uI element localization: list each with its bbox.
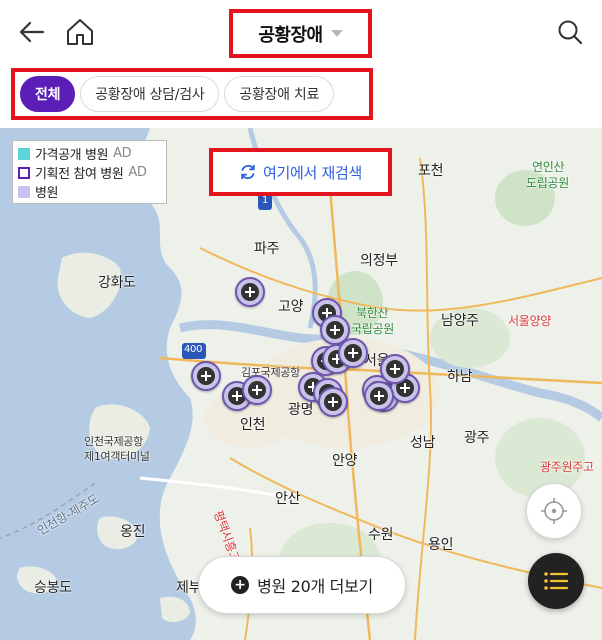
home-icon <box>67 19 93 45</box>
hospital-marker[interactable] <box>242 375 272 405</box>
list-view-button[interactable] <box>528 553 584 609</box>
hospital-cross-icon <box>197 367 215 385</box>
map-label: 연인산 <box>532 160 565 174</box>
hospital-marker[interactable] <box>364 381 394 411</box>
map-label: 서울양양 <box>508 314 551 328</box>
map-label: 인천 <box>240 417 266 433</box>
legend-hospital: 병원 <box>18 182 161 201</box>
research-label: 여기에서 재검색 <box>263 163 362 182</box>
legend-label: 기획전 참여 병원 <box>35 167 124 182</box>
hospital-cross-icon <box>324 393 342 411</box>
highway-label: 1 <box>262 195 269 206</box>
ad-badge: AD <box>113 146 132 161</box>
filter-tabs: 전체 공황장애 상담/검사 공황장애 치료 <box>11 68 373 120</box>
legend-label: 가격공개 병원 <box>35 148 109 163</box>
hospital-marker[interactable] <box>318 387 348 417</box>
map-label: 수원 <box>368 527 394 543</box>
map-label: 용인 <box>428 537 454 553</box>
caret-down-icon <box>330 30 343 37</box>
legend-label: 병원 <box>35 186 59 201</box>
hospital-cross-icon <box>326 321 344 339</box>
hospital-cross-icon <box>386 360 404 378</box>
tab-panic-consult[interactable]: 공황장애 상담/검사 <box>80 76 220 112</box>
map-view[interactable]: 400 1 포천 연인산 도립공원 파주 의정부 강화도 고양 북한산 국립공원… <box>0 128 602 640</box>
search-button[interactable] <box>552 14 588 50</box>
legend-swatch <box>18 166 30 179</box>
map-label: 의정부 <box>360 253 398 269</box>
map-label: 인천국제공항 <box>84 435 143 448</box>
map-label: 남양주 <box>441 313 479 329</box>
tab-all[interactable]: 전체 <box>20 76 76 112</box>
map-label: 광주 <box>464 430 490 446</box>
hospital-marker[interactable] <box>235 277 265 307</box>
map-label: 광명 <box>288 402 314 418</box>
map-label: 도립공원 <box>526 176 569 190</box>
app-header: 공황장애 <box>0 0 602 66</box>
hospital-cross-icon <box>370 387 388 405</box>
hospital-marker[interactable] <box>380 354 410 384</box>
map-label: 포천 <box>418 163 444 179</box>
map-label: 국립공원 <box>351 322 394 336</box>
ad-badge: AD <box>128 165 147 180</box>
research-here-button[interactable]: 여기에서 재검색 <box>209 148 392 196</box>
refresh-icon <box>241 164 255 180</box>
map-label: 북한산 <box>356 306 389 320</box>
map-label: 강화도 <box>98 275 136 291</box>
legend-swatch <box>18 147 30 160</box>
home-button[interactable] <box>62 14 98 50</box>
map-label: 제1여객터미널 <box>84 450 150 463</box>
map-legend: 가격공개 병원 AD 기획전 참여 병원 AD 병원 <box>12 140 167 204</box>
hospital-cross-icon <box>344 344 362 362</box>
legend-promotion: 기획전 참여 병원 AD <box>18 163 161 182</box>
hospital-marker[interactable] <box>338 338 368 368</box>
search-icon <box>558 20 583 45</box>
map-label: 하남 <box>447 369 473 385</box>
hospital-cross-icon <box>248 381 266 399</box>
plus-circle-icon: + <box>231 576 250 594</box>
map-label: 광주원주고 <box>540 460 594 474</box>
map-label: 파주 <box>254 241 280 257</box>
tab-panic-treatment[interactable]: 공황장애 치료 <box>224 76 335 112</box>
map-label: 안산 <box>275 491 301 507</box>
map-label: 안양 <box>332 453 358 469</box>
legend-price-public: 가격공개 병원 AD <box>18 144 161 163</box>
crosshair-icon <box>541 498 567 524</box>
map-label: 성남 <box>410 435 436 451</box>
map-label: 고양 <box>278 299 304 315</box>
page-title: 공황장애 <box>258 24 323 46</box>
more-label: 병원 20개 더보기 <box>257 577 373 596</box>
hospital-cross-icon <box>241 283 259 301</box>
arrow-left-icon <box>19 21 45 43</box>
show-more-hospitals-button[interactable]: + 병원 20개 더보기 <box>198 556 406 614</box>
highway-label: 400 <box>184 344 203 355</box>
back-button[interactable] <box>14 14 50 50</box>
hospital-marker[interactable] <box>191 361 221 391</box>
current-location-button[interactable] <box>526 483 582 539</box>
category-title-dropdown[interactable]: 공황장애 <box>229 9 372 58</box>
legend-swatch <box>18 185 30 198</box>
map-label: 승봉도 <box>34 580 72 596</box>
map-label: 옹진 <box>120 524 146 540</box>
list-icon <box>544 572 569 590</box>
